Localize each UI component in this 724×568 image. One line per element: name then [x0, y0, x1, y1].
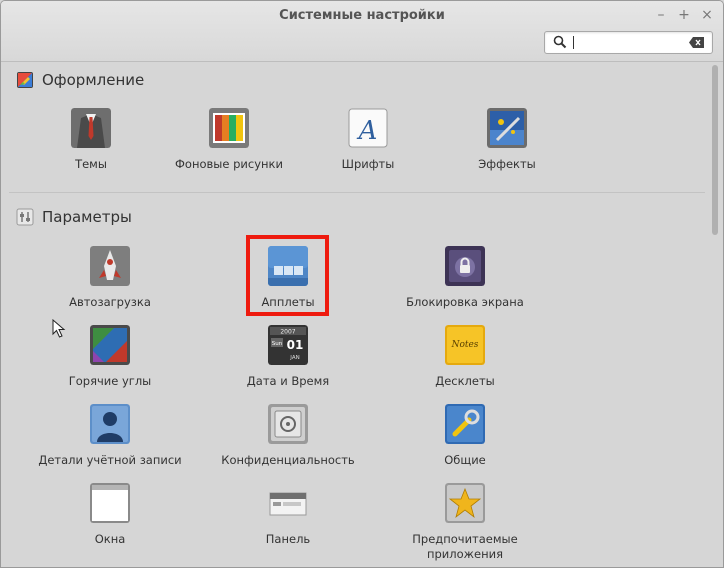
minimize-button[interactable]: –: [653, 7, 669, 23]
item-label: Детали учётной записи: [38, 453, 182, 467]
item-label: Блокировка экрана: [406, 295, 524, 309]
close-button[interactable]: ×: [699, 7, 715, 23]
date-time-icon: 2007 Sun 01 JAN: [268, 325, 308, 365]
startup-icon: [90, 246, 130, 286]
fonts-icon: A: [348, 108, 388, 148]
item-label: Горячие углы: [68, 374, 152, 388]
settings-item-date-time[interactable]: 2007 Sun 01 JAN Дата и Время: [208, 325, 368, 389]
panel-icon: [269, 492, 307, 516]
settings-item-account[interactable]: Детали учётной записи: [30, 404, 190, 468]
settings-item-fonts[interactable]: A Шрифты: [288, 108, 448, 172]
effects-icon: [487, 108, 527, 148]
account-icon: [90, 404, 130, 444]
item-label: Окна: [94, 532, 126, 546]
search-icon: [553, 35, 567, 49]
section-title: Оформление: [42, 71, 145, 89]
maximize-button[interactable]: +: [676, 7, 692, 23]
settings-item-effects[interactable]: Эффекты: [427, 108, 587, 172]
calendar-weekday: Sun: [272, 341, 283, 347]
scrollbar[interactable]: [709, 62, 723, 567]
item-label: Конфиденциальность: [221, 453, 355, 467]
search-input[interactable]: [544, 31, 713, 54]
item-label: Темы: [75, 157, 107, 171]
system-settings-window: Системные настройки – + × Оформление Тем…: [0, 0, 724, 568]
desklets-icon: Notes: [445, 325, 485, 365]
general-icon: [445, 404, 485, 444]
lock-screen-icon: [445, 246, 485, 286]
settings-content: Оформление Темы Фоновые рисунки A Шрифты…: [1, 62, 707, 567]
window-title: Системные настройки: [279, 8, 445, 23]
calendar-day: 01: [287, 338, 304, 352]
section-title: Параметры: [42, 208, 132, 226]
appearance-icon: [17, 72, 33, 88]
mouse-pointer-icon: [52, 319, 66, 338]
titlebar[interactable]: Системные настройки – + ×: [1, 1, 723, 62]
svg-text:A: A: [357, 116, 378, 146]
section-separator: [9, 192, 705, 193]
windows-icon: [90, 483, 130, 523]
settings-item-backgrounds[interactable]: Фоновые рисунки: [149, 108, 309, 172]
item-label: Десклеты: [435, 374, 495, 388]
settings-item-preferred-apps[interactable]: Предпочитаемые приложения: [385, 483, 545, 562]
desklets-note-text: Notes: [451, 340, 479, 350]
preferred-apps-icon: [445, 483, 485, 523]
clear-search-icon[interactable]: [689, 37, 704, 48]
item-label: Эффекты: [478, 157, 536, 171]
section-header-appearance: Оформление: [16, 71, 144, 89]
privacy-icon: [268, 404, 308, 444]
settings-item-startup[interactable]: Автозагрузка: [30, 246, 190, 310]
settings-item-privacy[interactable]: Конфиденциальность: [208, 404, 368, 468]
settings-item-themes[interactable]: Темы: [11, 108, 171, 172]
item-label: Общие: [444, 453, 486, 467]
settings-item-lock-screen[interactable]: Блокировка экрана: [385, 246, 545, 310]
item-label: Дата и Время: [246, 374, 330, 388]
item-label: Автозагрузка: [69, 295, 151, 309]
themes-icon: [71, 108, 111, 148]
backgrounds-icon: [209, 108, 249, 148]
calendar-month: JAN: [289, 355, 299, 361]
text-cursor: [573, 36, 574, 49]
applets-highlight-box: [246, 235, 329, 316]
item-label: Фоновые рисунки: [175, 157, 283, 171]
scrollbar-thumb[interactable]: [712, 65, 718, 235]
hot-corners-icon: [90, 325, 130, 365]
item-label: Шрифты: [341, 157, 395, 171]
item-label: Панель: [265, 532, 311, 546]
section-header-preferences: Параметры: [16, 208, 132, 226]
calendar-year: 2007: [280, 329, 295, 336]
settings-item-general[interactable]: Общие: [385, 404, 545, 468]
item-label: Предпочитаемые приложения: [412, 532, 518, 561]
settings-item-windows[interactable]: Окна: [30, 483, 190, 547]
settings-item-desklets[interactable]: Notes Десклеты: [385, 325, 545, 389]
settings-item-panel[interactable]: Панель: [208, 483, 368, 547]
preferences-icon: [16, 208, 34, 226]
